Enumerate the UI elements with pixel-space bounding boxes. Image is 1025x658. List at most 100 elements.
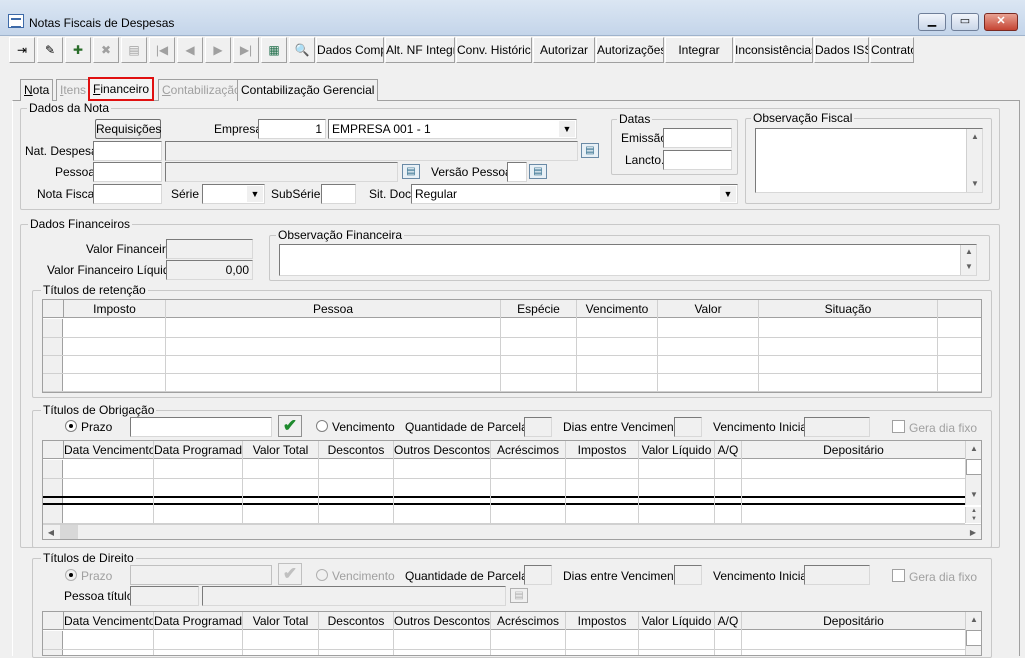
nat-despesa-lookup-icon[interactable]: ▤ — [581, 143, 599, 158]
tab-itens[interactable]: Itens — [56, 79, 91, 101]
qtd-parcelas-input[interactable] — [524, 417, 552, 437]
minimize-icon[interactable]: ▁ — [918, 13, 946, 31]
empresa-code-input[interactable]: 1 — [258, 119, 326, 139]
scroll-down-icon[interactable]: ▼ — [966, 487, 981, 503]
pessoa-titulo-lookup-icon[interactable]: ▤ — [510, 588, 528, 603]
first-icon[interactable]: |◀ — [149, 37, 175, 63]
dias-entre-input[interactable] — [674, 417, 702, 437]
prazo-radio[interactable] — [65, 420, 77, 432]
col-outros-descontos[interactable]: Outros Descontos — [394, 441, 491, 459]
col-aq[interactable]: A/Q — [715, 441, 742, 459]
autorizar-button[interactable]: Autorizar — [533, 37, 595, 63]
col-depositario[interactable]: Depositário — [742, 612, 966, 630]
serie-select[interactable]: ▼ — [202, 184, 265, 204]
obs-financeira-textarea[interactable]: ▲ ▼ — [279, 244, 977, 276]
subserie-input[interactable] — [321, 184, 356, 204]
dados-iss-button[interactable]: Dados ISS — [814, 37, 869, 63]
scroll-thumb[interactable] — [966, 630, 981, 646]
direito-dias-entre-input[interactable] — [674, 565, 702, 585]
integrar-button[interactable]: Integrar — [665, 37, 733, 63]
exit-icon[interactable]: ⇥ — [9, 37, 35, 63]
col-acrescimos[interactable]: Acréscimos — [491, 612, 566, 630]
versao-pessoa-lookup-icon[interactable]: ▤ — [529, 164, 547, 179]
add-icon[interactable]: ✚ — [65, 37, 91, 63]
inconsistencias-button[interactable]: Inconsistências — [734, 37, 813, 63]
scroll-thumb[interactable] — [60, 525, 78, 539]
sit-doc-select[interactable]: Regular ▼ — [411, 184, 738, 204]
col-valor-liquido[interactable]: Valor Líquido — [639, 612, 715, 630]
obs-fiscal-textarea[interactable]: ▲ ▼ — [755, 128, 983, 193]
vencimento-radio[interactable] — [316, 420, 328, 432]
col-outros-descontos[interactable]: Outros Descontos — [394, 612, 491, 630]
edit-icon[interactable]: ✎ — [37, 37, 63, 63]
obrigacao-hscroll[interactable]: ◀ ▶ — [43, 524, 981, 539]
contrato-button[interactable]: Contrato — [870, 37, 914, 63]
direito-gera-dia-fixo-checkbox[interactable] — [892, 569, 905, 582]
lancto-input[interactable] — [663, 150, 732, 170]
scroll-down-icon[interactable]: ▼ — [966, 515, 981, 523]
chevron-down-icon[interactable]: ▼ — [247, 186, 263, 202]
maximize-icon[interactable]: ▭ — [951, 13, 979, 31]
col-impostos[interactable]: Impostos — [566, 612, 639, 630]
obs-fiscal-scrollbar[interactable]: ▲ ▼ — [966, 129, 982, 192]
col-situacao[interactable]: Situação — [759, 300, 938, 318]
scroll-right-icon[interactable]: ▶ — [965, 525, 981, 539]
col-data-programada[interactable]: Data Programada — [154, 441, 243, 459]
obrigacao-vscroll-lower[interactable]: ▲ ▼ — [965, 507, 981, 523]
grid-icon[interactable]: ▦ — [261, 37, 287, 63]
delete-icon[interactable]: ✖ — [93, 37, 119, 63]
direito-vscroll[interactable]: ▲ — [965, 612, 981, 655]
tab-financeiro[interactable]: Financeiro — [88, 77, 155, 101]
pessoa-input[interactable] — [93, 162, 162, 182]
col-pessoa[interactable]: Pessoa — [166, 300, 501, 318]
obrigacao-vscroll[interactable]: ▲ ▼ — [965, 441, 981, 505]
direito-vencimento-radio[interactable] — [316, 569, 328, 581]
col-descontos[interactable]: Descontos — [319, 441, 394, 459]
empresa-select[interactable]: EMPRESA 001 - 1 ▼ — [328, 119, 577, 139]
alt-nf-integr-button[interactable]: Alt. NF Integr. — [385, 37, 455, 63]
pessoa-titulo-input[interactable] — [130, 586, 199, 606]
col-depositario[interactable]: Depositário — [742, 441, 966, 459]
chevron-down-icon[interactable]: ▼ — [559, 121, 575, 137]
col-data-vencimento[interactable]: Data Vencimento — [64, 612, 154, 630]
find-icon[interactable]: 🔍 — [289, 37, 315, 63]
scroll-left-icon[interactable]: ◀ — [43, 525, 59, 539]
conv-historico-button[interactable]: Conv. Histórico — [456, 37, 532, 63]
direito-venc-inicial-input[interactable] — [804, 565, 870, 585]
tab-contabilizacao[interactable]: Contabilização — [158, 79, 245, 101]
versao-pessoa-input[interactable] — [507, 162, 527, 182]
col-valor-liquido[interactable]: Valor Líquido — [639, 441, 715, 459]
venc-inicial-input[interactable] — [804, 417, 870, 437]
col-descontos[interactable]: Descontos — [319, 612, 394, 630]
direito-prazo-radio[interactable] — [65, 569, 77, 581]
scroll-down-icon[interactable]: ▼ — [961, 260, 976, 274]
col-aq[interactable]: A/Q — [715, 612, 742, 630]
scroll-thumb[interactable] — [966, 459, 981, 475]
col-imposto[interactable]: Imposto — [64, 300, 166, 318]
tab-contabilizacao-gerencial[interactable]: Contabilização Gerencial — [237, 79, 379, 101]
last-icon[interactable]: ▶| — [233, 37, 259, 63]
col-impostos[interactable]: Impostos — [566, 441, 639, 459]
scroll-up-icon[interactable]: ▲ — [961, 245, 976, 259]
close-icon[interactable]: ✕ — [984, 13, 1018, 31]
col-valor-total[interactable]: Valor Total — [243, 612, 319, 630]
nota-fiscal-input[interactable] — [93, 184, 162, 204]
direito-confirm-check-icon[interactable]: ✔ — [278, 563, 302, 585]
col-data-vencimento[interactable]: Data Vencimento — [64, 441, 154, 459]
autorizacoes-button[interactable]: Autorizações — [596, 37, 664, 63]
gera-dia-fixo-checkbox[interactable] — [892, 420, 905, 433]
col-data-programada[interactable]: Data Programada — [154, 612, 243, 630]
col-valor-total[interactable]: Valor Total — [243, 441, 319, 459]
scroll-up-icon[interactable]: ▲ — [966, 507, 981, 515]
chevron-down-icon[interactable]: ▼ — [720, 186, 736, 202]
obrigacao-grid[interactable]: Data Vencimento Data Programada Valor To… — [42, 440, 982, 540]
pessoa-lookup-icon[interactable]: ▤ — [402, 164, 420, 179]
direito-prazo-input[interactable] — [130, 565, 272, 585]
direito-grid[interactable]: Data Vencimento Data Programada Valor To… — [42, 611, 982, 656]
nat-despesa-input[interactable] — [93, 141, 162, 161]
print-icon[interactable]: ▤ — [121, 37, 147, 63]
col-acrescimos[interactable]: Acréscimos — [491, 441, 566, 459]
next-icon[interactable]: ▶ — [205, 37, 231, 63]
retencao-grid[interactable]: Imposto Pessoa Espécie Vencimento Valor … — [42, 299, 982, 393]
tab-nota[interactable]: Nota — [20, 79, 54, 101]
